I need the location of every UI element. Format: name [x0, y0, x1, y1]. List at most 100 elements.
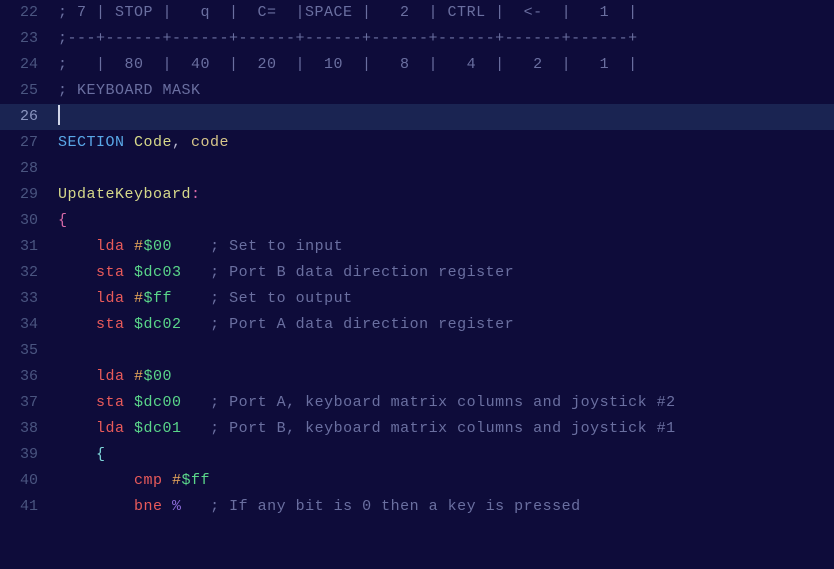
code-line[interactable]: 23;---+------+------+------+------+-----… [0, 26, 834, 52]
code-line[interactable]: 22; 7 | STOP | q | C= |SPACE | 2 | CTRL … [0, 0, 834, 26]
code-content[interactable]: lda #$00 [58, 364, 834, 390]
token: $ff [182, 472, 211, 489]
token: lda [96, 368, 134, 385]
token: sta [96, 264, 134, 281]
code-content[interactable]: sta $dc03 ; Port B data direction regist… [58, 260, 834, 286]
line-number: 37 [0, 390, 58, 416]
token: $00 [144, 368, 173, 385]
code-line[interactable]: 36 lda #$00 [0, 364, 834, 390]
code-line[interactable]: 41 bne % ; If any bit is 0 then a key is… [0, 494, 834, 520]
token [58, 264, 96, 281]
token: ;---+------+------+------+------+------+… [58, 30, 638, 47]
line-number: 22 [0, 0, 58, 26]
code-content[interactable] [58, 338, 834, 364]
code-content[interactable]: ;---+------+------+------+------+------+… [58, 26, 834, 52]
line-number: 36 [0, 364, 58, 390]
token: $dc00 [134, 394, 182, 411]
code-content[interactable]: lda #$00 ; Set to input [58, 234, 834, 260]
token [58, 290, 96, 307]
code-line[interactable]: 34 sta $dc02 ; Port A data direction reg… [0, 312, 834, 338]
line-number: 24 [0, 52, 58, 78]
token: ; Port A data direction register [210, 316, 514, 333]
token [58, 446, 96, 463]
code-line[interactable]: 25; KEYBOARD MASK [0, 78, 834, 104]
token: ; If any bit is 0 then a key is pressed [210, 498, 581, 515]
code-content[interactable]: { [58, 208, 834, 234]
token: bne [134, 498, 172, 515]
code-line[interactable]: 24; | 80 | 40 | 20 | 10 | 8 | 4 | 2 | 1 … [0, 52, 834, 78]
code-line[interactable]: 27SECTION Code, code [0, 130, 834, 156]
token: lda [96, 290, 134, 307]
token: , [172, 134, 191, 151]
line-number: 30 [0, 208, 58, 234]
code-content[interactable]: cmp #$ff [58, 468, 834, 494]
token: { [58, 212, 68, 229]
token [182, 394, 211, 411]
token: sta [96, 316, 134, 333]
token [172, 290, 210, 307]
line-number: 26 [0, 104, 58, 130]
code-content[interactable]: { [58, 442, 834, 468]
code-content[interactable]: UpdateKeyboard: [58, 182, 834, 208]
token [182, 498, 211, 515]
code-line[interactable]: 35 [0, 338, 834, 364]
token: $dc02 [134, 316, 182, 333]
code-line[interactable]: 26 [0, 104, 834, 130]
token: # [134, 290, 144, 307]
token [182, 264, 211, 281]
code-content[interactable]: ; | 80 | 40 | 20 | 10 | 8 | 4 | 2 | 1 | [58, 52, 834, 78]
token [58, 238, 96, 255]
token [58, 316, 96, 333]
code-editor[interactable]: 22; 7 | STOP | q | C= |SPACE | 2 | CTRL … [0, 0, 834, 569]
token: ; Set to input [210, 238, 343, 255]
token: % [172, 498, 182, 515]
token [58, 394, 96, 411]
token: UpdateKeyboard [58, 186, 191, 203]
code-content[interactable]: lda #$ff ; Set to output [58, 286, 834, 312]
token: { [96, 446, 106, 463]
code-line[interactable]: 40 cmp #$ff [0, 468, 834, 494]
token: # [172, 472, 182, 489]
line-number: 28 [0, 156, 58, 182]
line-number: 29 [0, 182, 58, 208]
token: SECTION [58, 134, 134, 151]
token [58, 368, 96, 385]
line-number: 40 [0, 468, 58, 494]
code-content[interactable]: ; KEYBOARD MASK [58, 78, 834, 104]
token [172, 238, 210, 255]
code-line[interactable]: 29UpdateKeyboard: [0, 182, 834, 208]
line-number: 31 [0, 234, 58, 260]
code-line[interactable]: 37 sta $dc00 ; Port A, keyboard matrix c… [0, 390, 834, 416]
code-line[interactable]: 33 lda #$ff ; Set to output [0, 286, 834, 312]
code-line[interactable]: 31 lda #$00 ; Set to input [0, 234, 834, 260]
line-number: 39 [0, 442, 58, 468]
code-content[interactable]: ; 7 | STOP | q | C= |SPACE | 2 | CTRL | … [58, 0, 834, 26]
line-number: 35 [0, 338, 58, 364]
token [58, 472, 134, 489]
code-content[interactable] [58, 104, 834, 130]
code-line[interactable]: 38 lda $dc01 ; Port B, keyboard matrix c… [0, 416, 834, 442]
code-line[interactable]: 30{ [0, 208, 834, 234]
code-content[interactable]: bne % ; If any bit is 0 then a key is pr… [58, 494, 834, 520]
token: ; Port B, keyboard matrix columns and jo… [210, 420, 676, 437]
code-line[interactable]: 39 { [0, 442, 834, 468]
token: lda [96, 238, 134, 255]
line-number: 23 [0, 26, 58, 52]
code-content[interactable]: sta $dc00 ; Port A, keyboard matrix colu… [58, 390, 834, 416]
token: Code [134, 134, 172, 151]
line-number: 32 [0, 260, 58, 286]
code-content[interactable]: sta $dc02 ; Port A data direction regist… [58, 312, 834, 338]
token: ; | 80 | 40 | 20 | 10 | 8 | 4 | 2 | 1 | [58, 56, 638, 73]
line-number: 34 [0, 312, 58, 338]
token: ; Port B data direction register [210, 264, 514, 281]
code-line[interactable]: 32 sta $dc03 ; Port B data direction reg… [0, 260, 834, 286]
code-content[interactable]: SECTION Code, code [58, 130, 834, 156]
token: ; Set to output [210, 290, 353, 307]
token: $dc03 [134, 264, 182, 281]
code-content[interactable]: lda $dc01 ; Port B, keyboard matrix colu… [58, 416, 834, 442]
token: : [191, 186, 201, 203]
token: $00 [144, 238, 173, 255]
token [182, 420, 211, 437]
code-line[interactable]: 28 [0, 156, 834, 182]
code-content[interactable] [58, 156, 834, 182]
